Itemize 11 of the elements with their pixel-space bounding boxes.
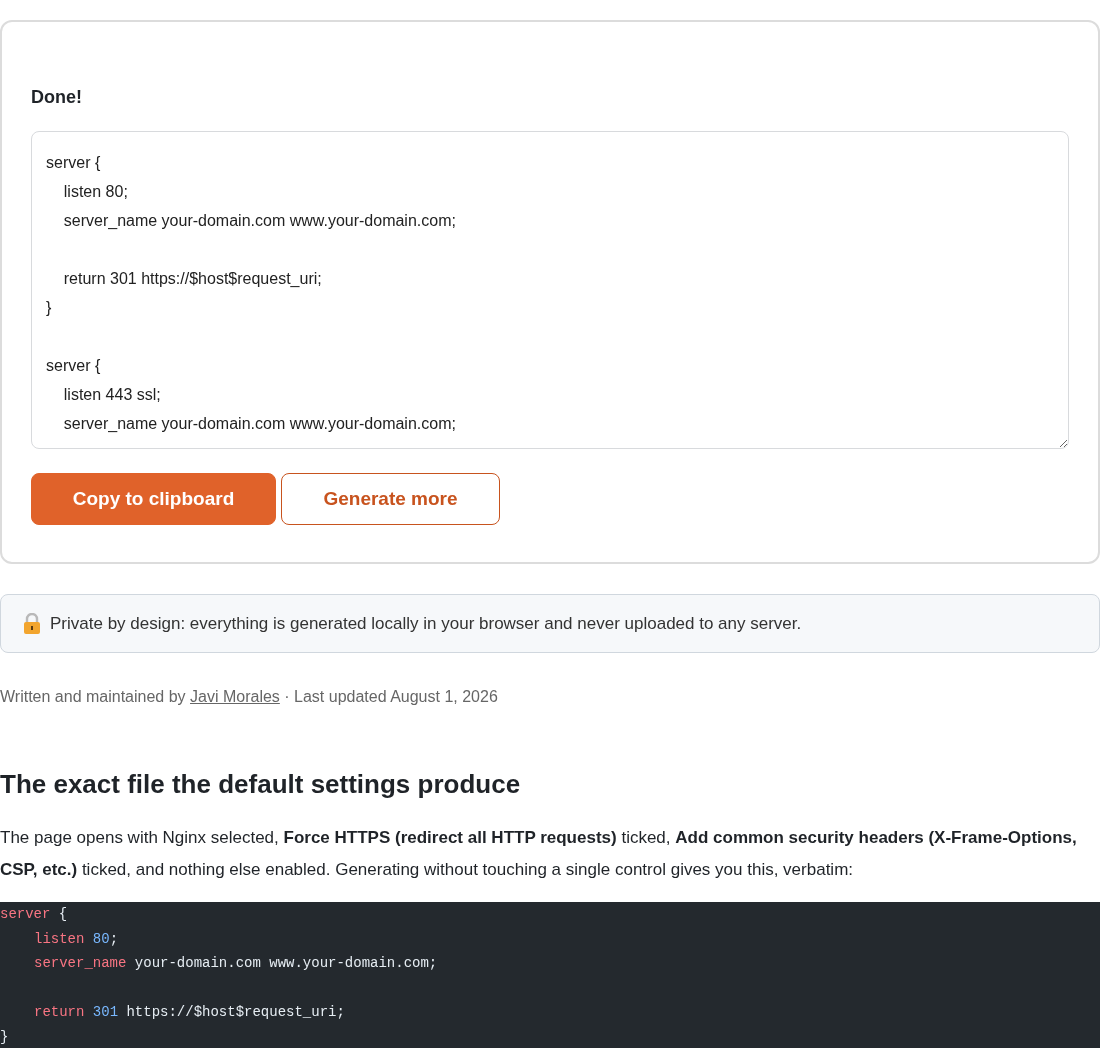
privacy-note: Private by design: everything is generated locally in your browser and never uploaded to any server. <box>50 612 802 635</box>
section-heading: The exact file the default settings produce <box>0 768 522 801</box>
code-block: server { listen 80; server_name your-domain.com www.your-domain.com; return 301 https://$host$request_uri; } <box>0 902 1100 1048</box>
author-link[interactable]: Javi Morales <box>190 688 280 705</box>
paragraph: The page opens with Nginx selected, Force HTTPS (redirect all HTTP requests) ticked, Add common security headers (X-Frame-Options, CSP, etc.) ticked, and nothing else enabled. Generating without touching a single control gives you this, verbatim: <box>0 827 1078 881</box>
copy-button[interactable]: Copy to clipboard <box>31 473 276 525</box>
byline: Written and maintained by Javi Morales · Last updated August 1, 2026 <box>0 687 499 707</box>
lock-icon <box>23 612 41 635</box>
output-field[interactable]: server { listen 80; server_name your-domain.com www.your-domain.com; return 301 https://$host$request_uri; } server { listen 443 ssl; server_name your-domain.com www.your-domain.com; <box>31 131 1069 449</box>
generate-button[interactable]: Generate more <box>281 473 500 525</box>
status-heading: Done! <box>31 86 83 109</box>
